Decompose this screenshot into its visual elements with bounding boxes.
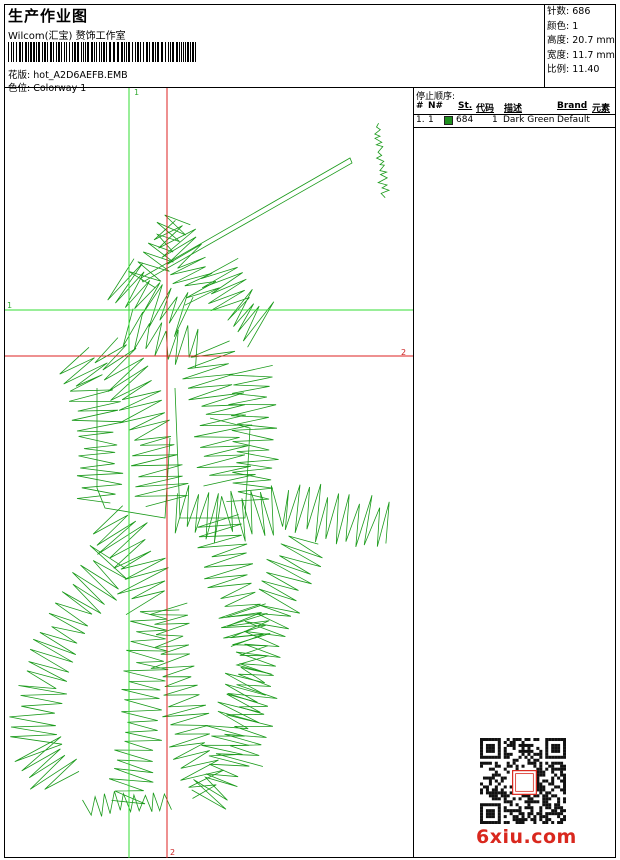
stat-scale: 比例: 11.40 bbox=[547, 64, 600, 75]
thread-color-swatch bbox=[444, 116, 453, 125]
row-brand: Default bbox=[557, 115, 590, 125]
col-code: 代码 bbox=[476, 104, 495, 114]
header-info: 生产作业图 Wilcom(汇宝) 赘饰工作室 花版: hot_A2D6AEFB.… bbox=[5, 5, 544, 94]
guide-label-red-h: 2 bbox=[401, 348, 406, 357]
col-element: 元素 bbox=[592, 104, 611, 114]
design-canvas: 1 1 2 2 bbox=[5, 88, 413, 858]
row-stitches: 684 bbox=[456, 115, 474, 125]
row-index: 1. bbox=[416, 115, 425, 125]
table-row-rule bbox=[414, 127, 615, 128]
stitch-paths bbox=[9, 123, 391, 817]
table-row: 1. 1 684 1 Dark Green Default bbox=[414, 115, 615, 127]
col-needle: N# bbox=[428, 101, 444, 111]
guide-label-green-v: 1 bbox=[134, 88, 139, 97]
header-divider bbox=[544, 5, 545, 87]
qr-code bbox=[480, 738, 566, 824]
col-index: # bbox=[416, 101, 424, 111]
company-name: Wilcom(汇宝) 赘饰工作室 bbox=[8, 31, 126, 42]
col-description: 描述 bbox=[504, 104, 523, 114]
stat-stitches: 针数: 686 bbox=[547, 6, 591, 17]
embroidery-design: 1 1 2 2 bbox=[5, 88, 413, 858]
stop-table-header: # N# St. 代码 描述 Brand 元素 bbox=[414, 101, 615, 114]
stat-colors: 颜色: 1 bbox=[547, 20, 579, 32]
row-code: 1 bbox=[492, 115, 498, 125]
stat-width: 宽度: 11.7 mm bbox=[547, 49, 615, 61]
row-needle: 1 bbox=[428, 115, 434, 125]
row-description: Dark Green bbox=[503, 115, 555, 125]
stats-panel: 针数: 686 颜色: 1 高度: 20.7 mm 宽度: 11.7 mm 比例… bbox=[547, 5, 615, 78]
guide-label-red-v: 2 bbox=[170, 848, 175, 857]
barcode bbox=[8, 42, 196, 62]
guide-label-green-h: 1 bbox=[7, 301, 12, 310]
stat-height: 高度: 20.7 mm bbox=[547, 35, 615, 46]
watermark-site: 6xiu.com bbox=[476, 826, 577, 848]
design-name: 花版: hot_A2D6AEFB.EMB bbox=[8, 67, 128, 81]
col-brand: Brand bbox=[557, 101, 588, 111]
page-title: 生产作业图 bbox=[8, 7, 89, 25]
canvas-divider bbox=[413, 88, 414, 858]
col-stitches: St. bbox=[458, 101, 473, 111]
